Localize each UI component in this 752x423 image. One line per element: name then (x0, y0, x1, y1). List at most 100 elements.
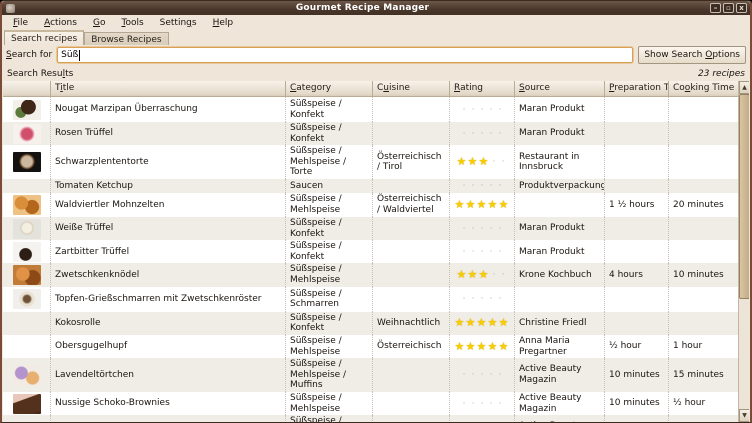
column-header-cooking-time[interactable]: Cooking Time (669, 81, 749, 97)
table-row[interactable]: Zartbitter TrüffelSüßspeise / Konfekt···… (3, 240, 738, 263)
recipe-thumbnail-cell (3, 312, 51, 335)
column-header-rating[interactable]: Rating (450, 81, 515, 97)
recipe-source: Active Beauty Magazin (515, 392, 605, 415)
window-title: Gourmet Recipe Manager (15, 1, 710, 15)
lavendel-thumbnail-image (13, 365, 41, 385)
close-button[interactable]: x (736, 3, 747, 13)
scrollbar-thumb[interactable] (739, 94, 749, 299)
recipe-preparation-time: 10 minutes (605, 415, 669, 422)
table-row[interactable]: Weiße TrüffelSüßspeise / Konfekt·····Mar… (3, 217, 738, 240)
recipe-title: Waldviertler Mohnzelten (51, 193, 286, 217)
column-header-source[interactable]: Source (515, 81, 605, 97)
recipe-cooking-time (669, 217, 738, 240)
column-header-preparation-time[interactable]: Preparation Time (605, 81, 669, 97)
column-header-cuisine[interactable]: Cuisine (373, 81, 450, 97)
menu-item-file[interactable]: File (6, 17, 35, 29)
empty-rating-dot-icon: · (469, 370, 478, 380)
empty-rating-dot-icon: · (469, 105, 478, 115)
recipe-title: Zartbitter Trüffel (51, 240, 286, 263)
table-row[interactable]: Nougat Marzipan ÜberraschungSüßspeise / … (3, 97, 738, 122)
star-icon: ★ (488, 200, 499, 210)
recipe-preparation-time (605, 145, 669, 179)
title-bar: Gourmet Recipe Manager – ▫ x (2, 1, 750, 15)
recipe-source: Produktverpackung (515, 179, 605, 193)
recipe-source: Maran Produkt (515, 97, 605, 122)
empty-rating-dot-icon: · (478, 399, 487, 409)
table-row[interactable]: LavendeltörtchenSüßspeise / Mehlspeise /… (3, 358, 738, 392)
schmarren-thumbnail-image (13, 289, 41, 309)
recipe-preparation-time: 10 minutes (605, 392, 669, 415)
star-icon: ★ (477, 200, 488, 210)
recipe-cuisine: Weihnachtlich (373, 312, 450, 335)
recipe-category: Süßspeise / Konfekt (286, 217, 373, 240)
star-icon: ★ (477, 342, 488, 352)
maximize-button[interactable]: ▫ (723, 3, 734, 13)
recipe-thumbnail-cell (3, 217, 51, 240)
recipe-title: Weiße Trüffel (51, 217, 286, 240)
recipe-rating: ★★★★★ (450, 335, 515, 358)
empty-rating-dot-icon: · (496, 181, 505, 191)
column-header-title[interactable]: Title (51, 81, 286, 97)
praline-thumbnail-image (13, 100, 41, 120)
recipe-category: Süßspeise / Mehlspeise / Torte (286, 145, 373, 179)
table-row[interactable]: KokosrolleSüßspeise / KonfektWeihnachtli… (3, 312, 738, 335)
scroll-up-button[interactable]: ▲ (739, 81, 749, 94)
vertical-scrollbar[interactable]: ▲ ▼ (738, 81, 749, 422)
recipe-title: Rosen Trüffel (51, 122, 286, 145)
recipe-thumbnail-cell (3, 122, 51, 145)
menu-bar: FileActionsGoToolsSettingsHelp (2, 15, 750, 30)
show-search-options-button[interactable]: Show Search Options (638, 46, 746, 64)
table-row[interactable]: Rosen TrüffelSüßspeise / Konfekt·····Mar… (3, 122, 738, 145)
recipe-cuisine (373, 263, 450, 286)
recipe-title: Nussige Schoko-Brownies (51, 392, 286, 415)
recipe-thumbnail-cell (3, 415, 51, 422)
scroll-down-button[interactable]: ▼ (739, 409, 749, 422)
star-icon: ★ (499, 200, 510, 210)
torte-thumbnail-image (13, 152, 41, 172)
menu-item-actions[interactable]: Actions (37, 17, 84, 29)
table-row[interactable]: SchwarzplententorteSüßspeise / Mehlspeis… (3, 145, 738, 179)
column-header-category[interactable]: Category (286, 81, 373, 97)
table-row[interactable]: Topfen-Grießschmarren mit Zwetschkenröst… (3, 287, 738, 312)
tab-browse-recipes[interactable]: Browse Recipes (84, 32, 168, 45)
table-row[interactable]: ZitronenkuchenSüßspeise / Mehlspeise / K… (3, 415, 738, 422)
empty-rating-dot-icon: · (460, 181, 469, 191)
menu-item-settings[interactable]: Settings (153, 17, 204, 29)
star-icon: ★ (457, 270, 468, 280)
empty-rating-dot-icon: · (478, 105, 487, 115)
star-icon: ★ (468, 157, 479, 167)
menu-item-go[interactable]: Go (86, 17, 113, 29)
recipe-cuisine (373, 287, 450, 312)
star-icon: ★ (455, 342, 466, 352)
table-row[interactable]: ObersgugelhupfSüßspeise / MehlspeiseÖste… (3, 335, 738, 358)
column-header-thumbnail[interactable] (3, 81, 51, 97)
menu-item-tools[interactable]: Tools (114, 17, 150, 29)
recipe-preparation-time (605, 179, 669, 193)
recipe-category: Süßspeise / Mehlspeise / Muffins (286, 358, 373, 392)
recipe-source: Active Beauty Magazin (515, 358, 605, 392)
minimize-button[interactable]: – (710, 3, 721, 13)
star-icon: ★ (477, 318, 488, 328)
empty-rating-dot-icon: · (487, 105, 496, 115)
empty-rating-dot-icon: · (499, 157, 508, 167)
search-input[interactable]: Süß (57, 47, 633, 63)
table-row[interactable]: ZwetschkenknödelSüßspeise / Mehlspeise★★… (3, 263, 738, 286)
tab-search-recipes[interactable]: Search recipes (4, 30, 84, 45)
empty-rating-dot-icon: · (487, 294, 496, 304)
recipe-cuisine (373, 217, 450, 240)
empty-rating-dot-icon: · (460, 399, 469, 409)
search-results-label: Search Results (7, 69, 73, 79)
recipe-category: Süßspeise / Mehlspeise (286, 335, 373, 358)
menu-item-help[interactable]: Help (206, 17, 241, 29)
table-row[interactable]: Waldviertler MohnzeltenSüßspeise / Mehls… (3, 193, 738, 217)
app-window: Gourmet Recipe Manager – ▫ x FileActions… (0, 0, 752, 423)
star-icon: ★ (455, 200, 466, 210)
recipe-rating: ····· (450, 179, 515, 193)
recipe-thumbnail-cell (3, 145, 51, 179)
recipe-title: Nougat Marzipan Überraschung (51, 97, 286, 122)
table-row[interactable]: Nussige Schoko-BrowniesSüßspeise / Mehls… (3, 392, 738, 415)
star-icon: ★ (488, 318, 499, 328)
empty-rating-dot-icon: · (496, 247, 505, 257)
empty-rating-dot-icon: · (460, 105, 469, 115)
table-row[interactable]: Tomaten KetchupSaucen·····Produktverpack… (3, 179, 738, 193)
